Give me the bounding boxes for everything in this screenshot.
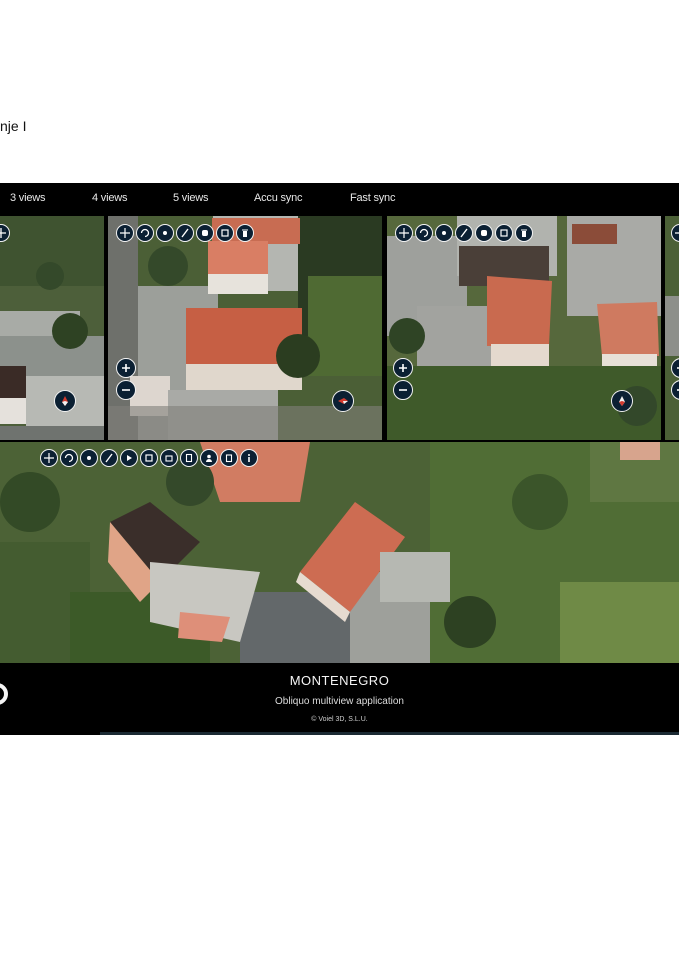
copy-icon[interactable] bbox=[220, 449, 238, 467]
main-oblique-view[interactable] bbox=[0, 442, 679, 663]
trash-icon[interactable] bbox=[515, 224, 533, 242]
footer-title: MONTENEGRO bbox=[289, 673, 390, 688]
compass-icon[interactable] bbox=[54, 390, 76, 412]
person-icon[interactable] bbox=[200, 449, 218, 467]
tab-accu-sync[interactable]: Accu sync bbox=[254, 192, 303, 204]
pencil-icon[interactable] bbox=[455, 224, 473, 242]
zoom-in-button[interactable] bbox=[116, 358, 136, 378]
hand-icon[interactable] bbox=[475, 224, 493, 242]
play-icon[interactable] bbox=[120, 449, 138, 467]
divider bbox=[100, 732, 679, 735]
view2-toolbar bbox=[116, 224, 254, 242]
multiview-app: 3 views 4 views 5 views Accu sync Fast s… bbox=[0, 183, 679, 735]
trash-icon[interactable] bbox=[236, 224, 254, 242]
hand-icon[interactable] bbox=[196, 224, 214, 242]
pencil-icon[interactable] bbox=[176, 224, 194, 242]
compass-icon[interactable] bbox=[332, 390, 354, 412]
footer-subtitle: Obliquo multiview application bbox=[275, 696, 404, 707]
pencil-icon[interactable] bbox=[100, 449, 118, 467]
oblique-view-right[interactable] bbox=[665, 216, 679, 440]
rotate-icon[interactable] bbox=[415, 224, 433, 242]
tab-5-views[interactable]: 5 views bbox=[173, 192, 208, 204]
building-icon[interactable] bbox=[160, 449, 178, 467]
tab-fast-sync[interactable]: Fast sync bbox=[350, 192, 395, 204]
app-footer: MONTENEGRO Obliquo multiview application… bbox=[0, 663, 679, 735]
document-icon[interactable] bbox=[180, 449, 198, 467]
dot-icon[interactable] bbox=[80, 449, 98, 467]
page-heading: nje I bbox=[0, 118, 27, 134]
oblique-view-left[interactable] bbox=[0, 216, 104, 440]
main-toolbar bbox=[40, 449, 258, 467]
crop-icon[interactable] bbox=[140, 449, 158, 467]
aerial-image-right bbox=[665, 216, 679, 440]
compass-icon[interactable] bbox=[611, 390, 633, 412]
move-icon[interactable] bbox=[116, 224, 134, 242]
view3-toolbar bbox=[395, 224, 533, 242]
move-icon[interactable] bbox=[395, 224, 413, 242]
dot-icon[interactable] bbox=[156, 224, 174, 242]
rotate-icon[interactable] bbox=[60, 449, 78, 467]
dot-icon[interactable] bbox=[435, 224, 453, 242]
move-icon[interactable] bbox=[40, 449, 58, 467]
tab-3-views[interactable]: 3 views bbox=[10, 192, 45, 204]
tab-4-views[interactable]: 4 views bbox=[92, 192, 127, 204]
oblique-view-2[interactable] bbox=[108, 216, 382, 440]
aerial-image-main bbox=[0, 442, 679, 663]
view-mode-tabs: 3 views 4 views 5 views Accu sync Fast s… bbox=[0, 183, 679, 215]
footer-copyright: © Voiel 3D, S.L.U. bbox=[311, 716, 368, 723]
aerial-image-left bbox=[0, 216, 104, 440]
zoom-in-button[interactable] bbox=[393, 358, 413, 378]
crop-icon[interactable] bbox=[495, 224, 513, 242]
zoom-out-button[interactable] bbox=[393, 380, 413, 400]
info-icon[interactable] bbox=[240, 449, 258, 467]
oblique-view-3[interactable] bbox=[387, 216, 661, 440]
zoom-out-button[interactable] bbox=[116, 380, 136, 400]
rotate-icon[interactable] bbox=[136, 224, 154, 242]
crop-icon[interactable] bbox=[216, 224, 234, 242]
